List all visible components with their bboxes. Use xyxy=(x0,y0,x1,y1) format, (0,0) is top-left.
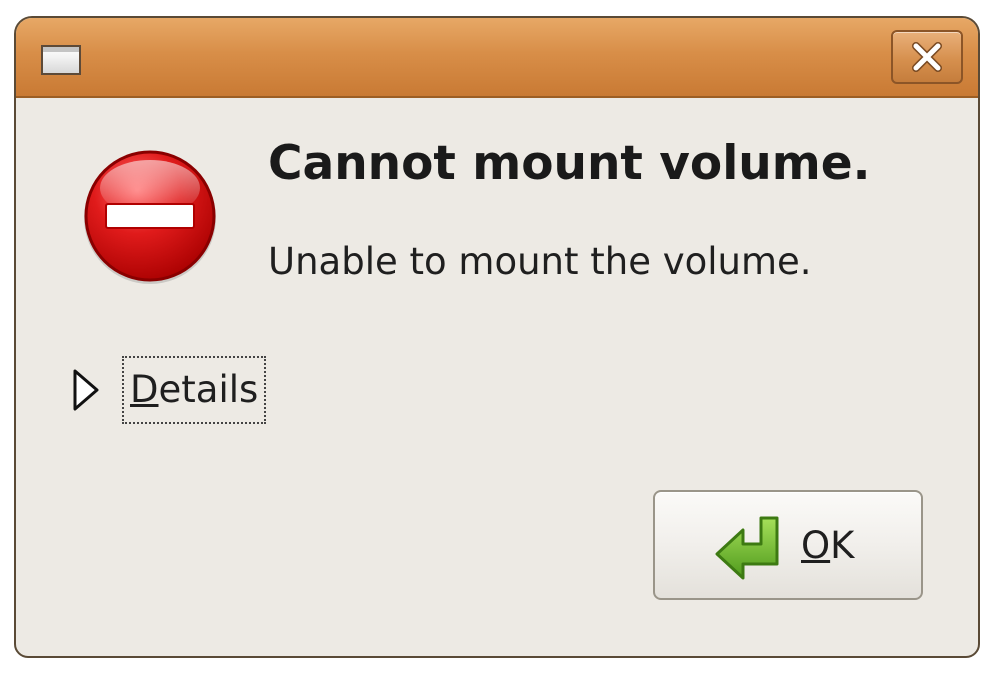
ok-label-rest: K xyxy=(830,524,855,567)
close-button[interactable] xyxy=(891,30,963,84)
green-enter-arrow-icon xyxy=(715,516,779,580)
details-mnemonic: D xyxy=(130,368,159,411)
window-menu-icon[interactable] xyxy=(41,45,81,75)
ok-button[interactable]: OK xyxy=(653,490,923,600)
dialog-message: Unable to mount the volume. xyxy=(268,240,812,283)
details-label-rest: etails xyxy=(158,368,259,411)
no-entry-error-icon xyxy=(84,150,216,284)
triangle-right-icon xyxy=(73,369,99,411)
ok-mnemonic: O xyxy=(801,524,831,567)
close-icon xyxy=(912,42,942,72)
details-label[interactable]: Details xyxy=(122,356,267,424)
ok-label: OK xyxy=(801,518,854,574)
dialog-heading: Cannot mount volume. xyxy=(268,136,871,191)
error-dialog-window: Cannot mount volume. Unable to mount the… xyxy=(14,16,980,658)
window-titlebar[interactable] xyxy=(16,18,978,98)
